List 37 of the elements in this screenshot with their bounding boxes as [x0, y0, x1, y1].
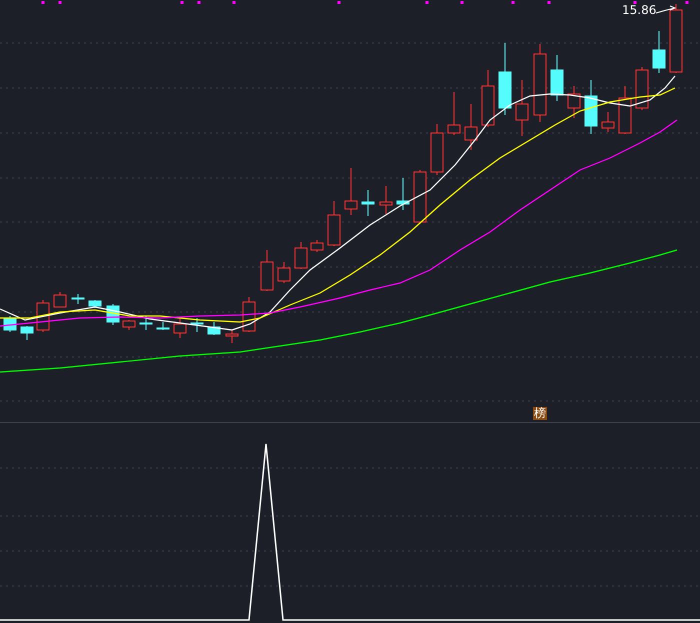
candlestick — [464, 104, 478, 150]
candlestick — [652, 30, 666, 74]
candlestick — [618, 86, 632, 134]
candlestick — [636, 66, 648, 110]
candlestick — [430, 124, 444, 176]
candlestick — [328, 200, 340, 246]
candlestick — [20, 326, 34, 340]
candlestick — [362, 190, 374, 216]
candlestick — [190, 318, 204, 332]
candlestick — [568, 86, 580, 118]
candlestick — [516, 80, 528, 136]
candlestick — [344, 168, 358, 216]
candlestick — [584, 80, 598, 134]
candlestick — [294, 242, 308, 270]
candlestick — [88, 300, 102, 308]
candlestick — [278, 262, 290, 284]
candlestick — [122, 320, 136, 330]
candlestick — [156, 322, 170, 330]
candlestick — [670, 4, 682, 74]
candlestick — [72, 294, 84, 304]
candlestick — [482, 70, 494, 128]
candlestick — [260, 250, 274, 292]
price-label: 15.86 — [622, 3, 656, 17]
candlestick — [226, 330, 238, 344]
candlestick — [140, 316, 152, 330]
candlestick — [396, 178, 410, 210]
candlestick — [380, 186, 392, 214]
candlestick — [174, 318, 186, 338]
candlestick — [448, 92, 460, 136]
candlestick — [602, 112, 614, 132]
signal-tag: 榜 — [533, 407, 547, 420]
candlestick — [208, 322, 220, 336]
candlestick — [310, 240, 324, 252]
candlestick — [414, 170, 426, 224]
pointer-arrow — [656, 6, 676, 14]
candlestick — [550, 54, 564, 102]
candlestick — [54, 292, 66, 308]
